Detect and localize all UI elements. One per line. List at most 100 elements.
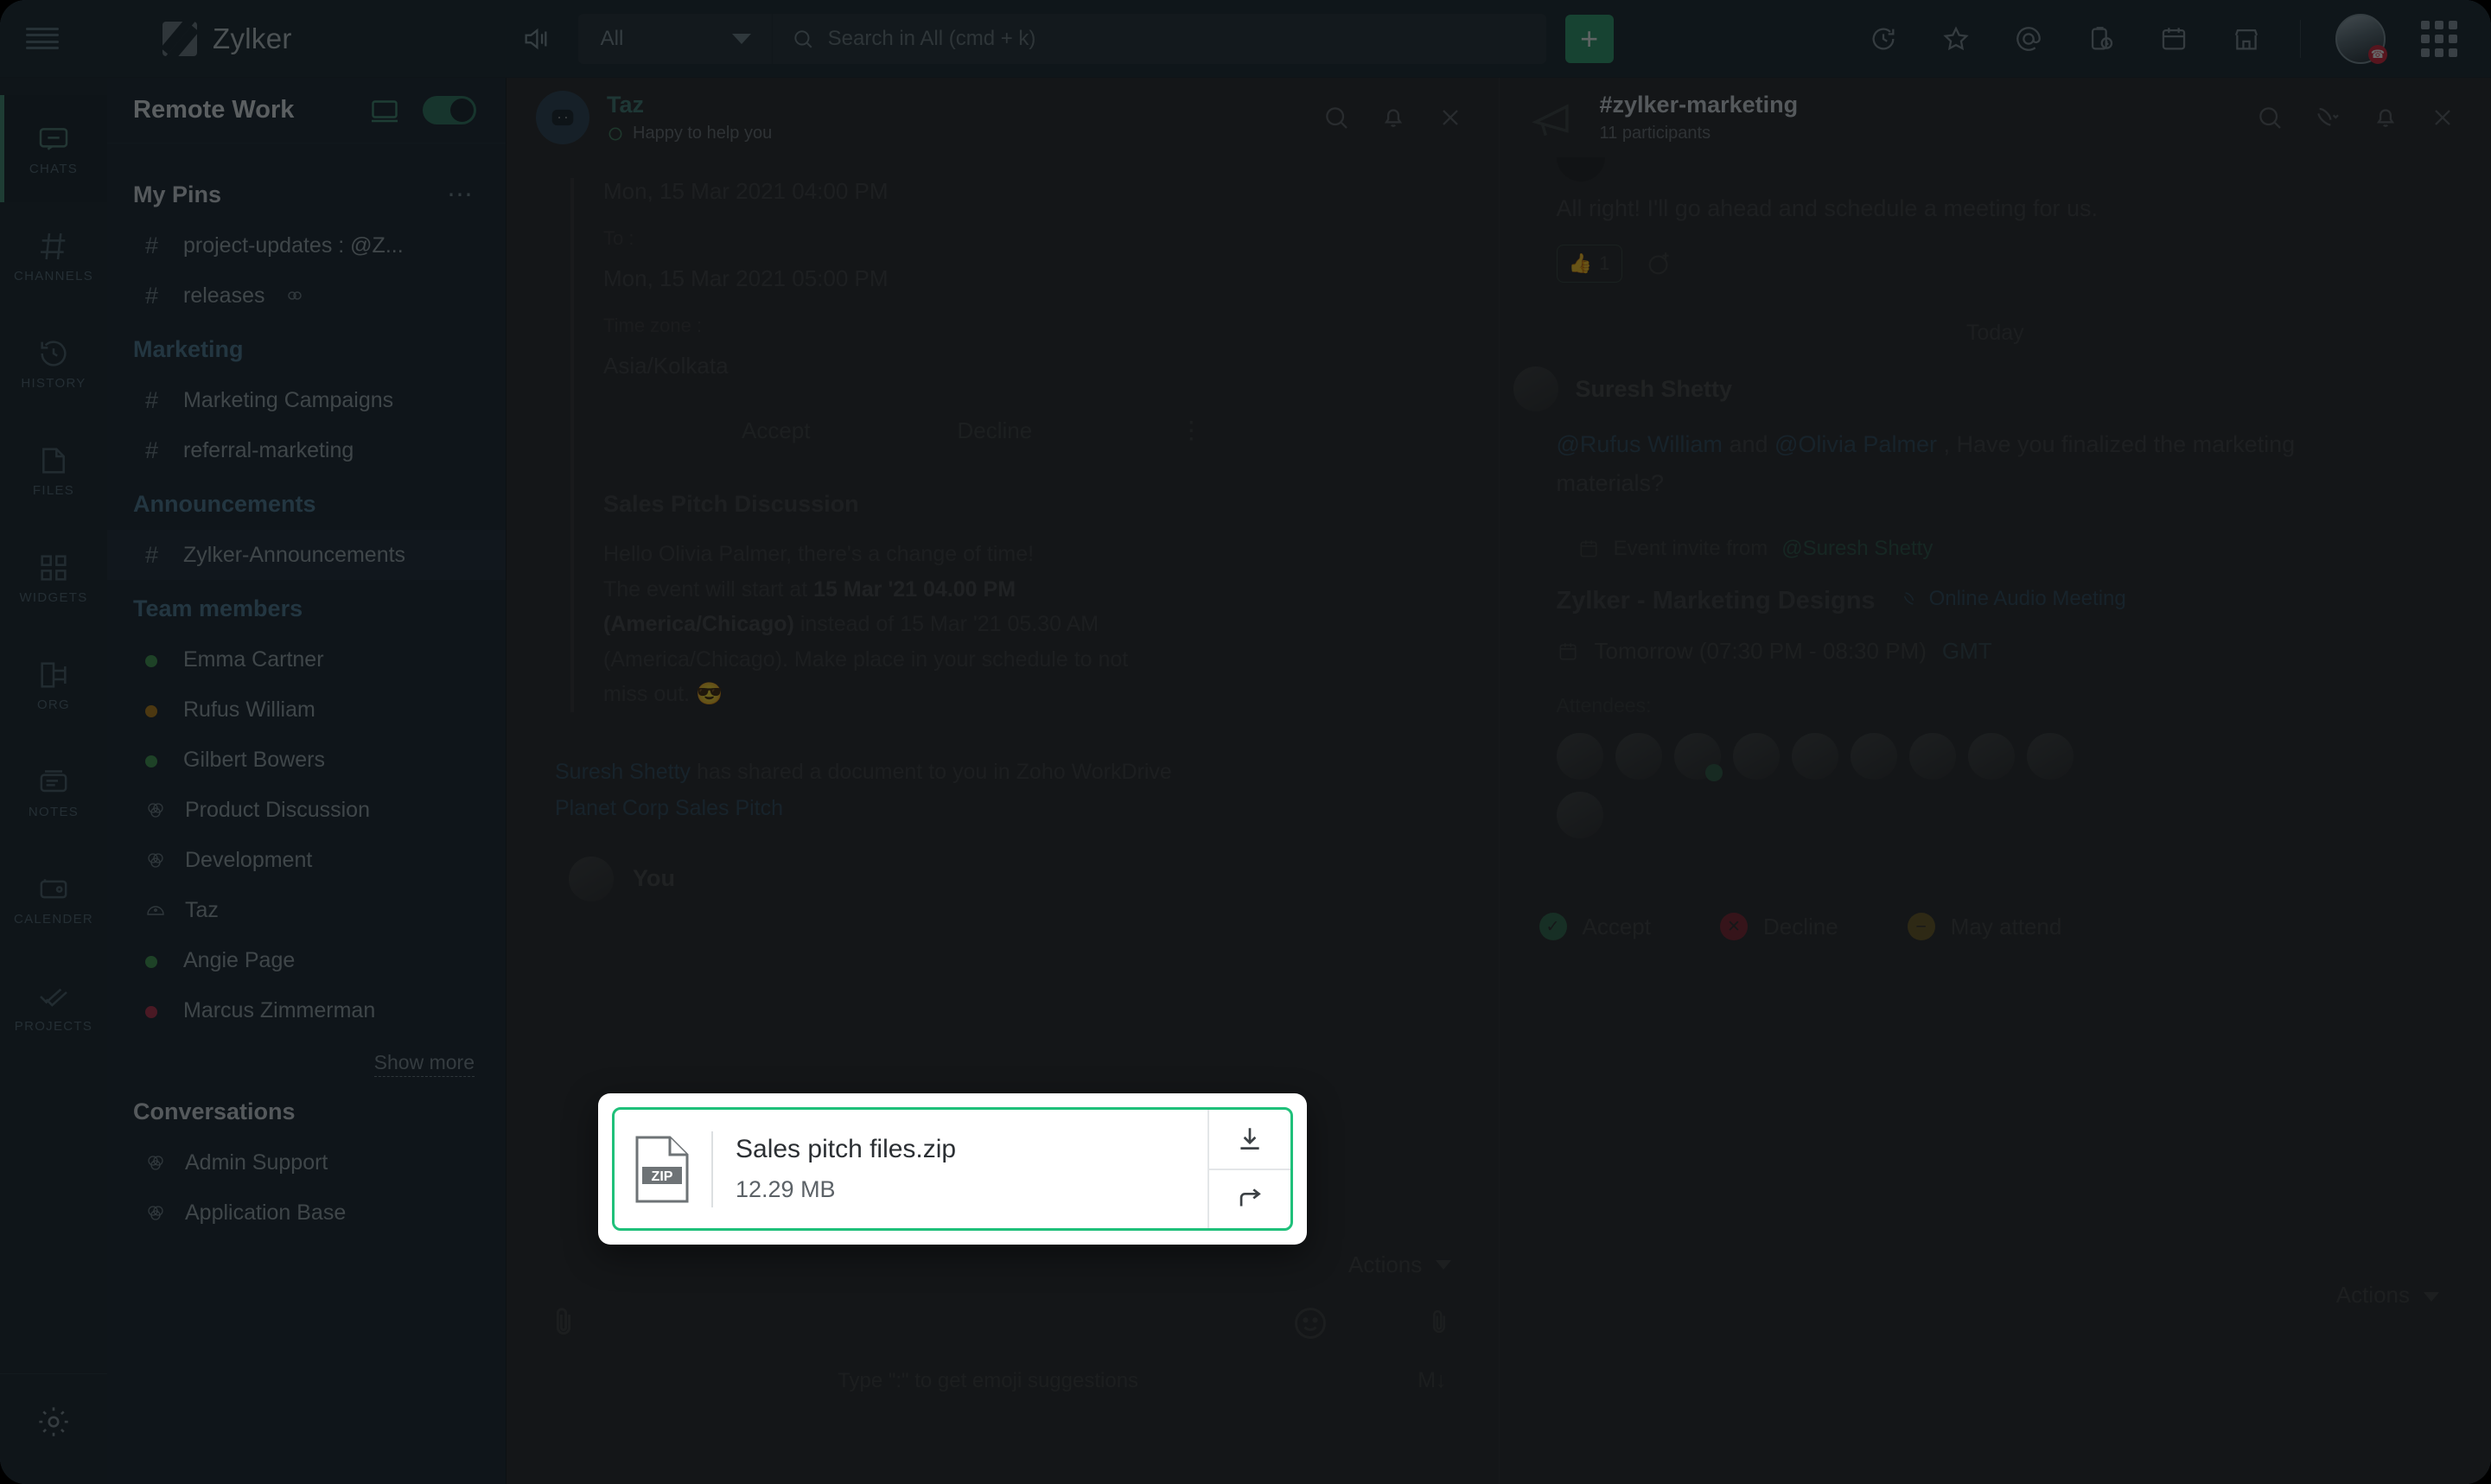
accept-button[interactable]: ✓ Accept <box>1539 913 1651 941</box>
status-toggle[interactable] <box>423 96 476 124</box>
sidebar-item-zylker-announcements[interactable]: # Zylker-Announcements <box>107 530 506 580</box>
sidebar-item-referral-marketing[interactable]: # referral-marketing <box>107 425 506 475</box>
add-reaction-icon[interactable] <box>1645 249 1674 278</box>
paperclip-alt-icon[interactable] <box>1424 1304 1454 1342</box>
rail-item-calender[interactable]: CALENDER <box>0 845 107 952</box>
sidebar-item-angie-page[interactable]: Angie Page <box>107 935 506 985</box>
avatar[interactable] <box>1556 733 1603 780</box>
marketplace-icon[interactable] <box>2227 20 2265 58</box>
show-more-button[interactable]: Show more <box>107 1035 506 1083</box>
sidebar-item-releases[interactable]: # releases <box>107 271 506 321</box>
download-button[interactable] <box>1209 1110 1290 1169</box>
svg-text:ZIP: ZIP <box>652 1169 673 1184</box>
event-when-row: Tomorrow (07:30 PM - 08:30 PM) GMT <box>1500 615 2491 665</box>
reaction-thumbsup[interactable]: 👍 1 <box>1556 245 1622 283</box>
sidebar-item-gilbert-bowers[interactable]: Gilbert Bowers <box>107 735 506 785</box>
avatar[interactable] <box>1850 733 1897 780</box>
avatar[interactable] <box>1732 733 1780 780</box>
avatar[interactable] <box>1615 733 1662 780</box>
sidebar-item-rufus-william[interactable]: Rufus William <box>107 685 506 735</box>
sidebar-header: Remote Work <box>107 78 506 143</box>
rail-item-history[interactable]: HISTORY <box>0 309 107 417</box>
sidebar-item-application-base[interactable]: Application Base <box>107 1188 506 1238</box>
avatar[interactable] <box>1556 792 1603 839</box>
new-item-button[interactable]: + <box>1564 14 1614 63</box>
avatar[interactable] <box>1529 91 1583 144</box>
close-icon: ✕ <box>1720 913 1748 941</box>
clipboard-clock-icon[interactable] <box>2082 20 2120 58</box>
rail-item-org[interactable]: ORG <box>0 631 107 738</box>
rail-item-chats[interactable]: CHATS <box>0 95 107 202</box>
search-icon[interactable] <box>1322 104 1350 131</box>
author-name: You <box>633 865 675 891</box>
sidebar-item-marcus-zimmerman[interactable]: Marcus Zimmerman <box>107 985 506 1035</box>
rail-item-projects[interactable]: PROJECTS <box>0 952 107 1060</box>
actions-menu[interactable]: Actions <box>1500 1259 2491 1309</box>
markdown-toggle[interactable]: M↓ <box>1418 1368 1446 1393</box>
event-from-time: Mon, 15 Mar 2021 04:00 PM <box>603 178 889 204</box>
bell-icon[interactable] <box>2372 104 2399 131</box>
search-input[interactable]: Search in All (cmd + k) <box>773 14 1546 64</box>
event-rsvp-row: ✓ Accept ✕ Decline – May attend <box>1500 838 2491 941</box>
hamburger-icon[interactable] <box>26 27 59 50</box>
bell-icon[interactable] <box>1379 104 1407 131</box>
call-icon[interactable] <box>2313 104 2342 131</box>
sidebar-item-product-discussion[interactable]: Product Discussion <box>107 785 506 835</box>
avatar[interactable] <box>1967 733 2015 780</box>
mention-rufus[interactable]: @Rufus William <box>1557 431 1723 457</box>
star-icon[interactable] <box>1937 20 1975 58</box>
rail-label: CALENDER <box>13 911 94 927</box>
avatar[interactable] <box>1513 366 1558 411</box>
calendar-icon[interactable] <box>2155 20 2193 58</box>
sidebar-item-development[interactable]: Development <box>107 835 506 885</box>
rail-item-files[interactable]: FILES <box>0 417 107 524</box>
sharer-link[interactable]: Suresh Shetty <box>555 760 691 784</box>
rail-item-widgets[interactable]: WIDGETS <box>0 524 107 631</box>
may-attend-button[interactable]: – May attend <box>1907 913 2061 941</box>
event-invite-label: Event invite from @Suresh Shetty <box>1500 502 2491 561</box>
sidebar-item-marketing-campaigns[interactable]: # Marketing Campaigns <box>107 375 506 425</box>
rail-item-notes[interactable]: NOTES <box>0 738 107 845</box>
paperclip-icon[interactable] <box>546 1304 581 1342</box>
search-icon[interactable] <box>2256 104 2284 131</box>
forward-button[interactable] <box>1209 1168 1290 1229</box>
settings-button[interactable] <box>0 1373 107 1443</box>
mentions-icon[interactable] <box>2010 20 2048 58</box>
smiley-icon[interactable] <box>1291 1304 1329 1342</box>
close-icon[interactable] <box>2429 104 2456 131</box>
speaker-announce-icon[interactable] <box>513 16 559 62</box>
event-mode[interactable]: Online Audio Meeting <box>1902 587 2126 611</box>
sidebar-item-project-updates[interactable]: # project-updates : @Z... <box>107 220 506 271</box>
sidebar-item-emma-cartner[interactable]: Emma Cartner <box>107 634 506 685</box>
rail-item-channels[interactable]: CHANNELS <box>0 202 107 309</box>
mention-olivia[interactable]: @Olivia Palmer <box>1774 431 1937 457</box>
sidebar-item-taz[interactable]: Taz <box>107 885 506 935</box>
decline-button[interactable]: ✕ Decline <box>1720 913 1838 941</box>
file-card[interactable]: ZIP Sales pitch files.zip 12.29 MB <box>612 1107 1293 1231</box>
section-header-conversations: Conversations <box>107 1083 506 1137</box>
gear-icon <box>39 1406 68 1436</box>
sidebar-item-admin-support[interactable]: Admin Support <box>107 1137 506 1188</box>
zip-file-icon: ZIP <box>635 1136 689 1203</box>
desktop-icon[interactable] <box>369 98 400 124</box>
invite-sender[interactable]: @Suresh Shetty <box>1781 537 1933 561</box>
close-icon[interactable] <box>1437 104 1464 131</box>
shared-document-link[interactable]: Planet Corp Sales Pitch <box>555 796 783 820</box>
search-bar[interactable]: All Search in All (cmd + k) <box>577 13 1546 64</box>
message-rest-2: materials? <box>1556 469 1665 496</box>
apps-grid-icon[interactable] <box>2420 20 2458 58</box>
accept-button[interactable]: Accept <box>742 417 811 444</box>
avatar[interactable] <box>2026 733 2074 780</box>
avatar[interactable] <box>1673 733 1723 782</box>
kebab-icon[interactable]: ⋮ <box>1179 418 1204 443</box>
avatar[interactable] <box>1908 733 1956 780</box>
avatar[interactable]: ☎ <box>2335 13 2387 64</box>
search-scope-select[interactable]: All <box>578 13 773 64</box>
history-icon[interactable] <box>1864 20 1902 58</box>
avatar[interactable] <box>1791 733 1838 780</box>
decline-button[interactable]: Decline <box>958 417 1033 444</box>
history-clock-icon <box>41 341 67 366</box>
section-more-icon[interactable]: ⋯ <box>447 182 475 208</box>
actions-menu-left[interactable]: Actions <box>1348 1252 1452 1278</box>
avatar[interactable] <box>536 91 589 144</box>
